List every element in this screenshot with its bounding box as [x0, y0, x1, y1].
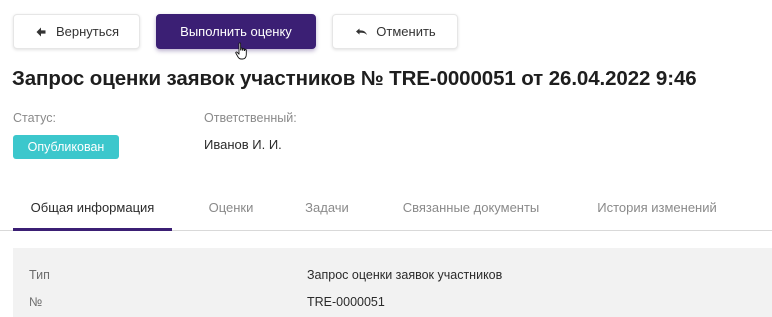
general-info-panel: Тип Запрос оценки заявок участников № TR…	[13, 248, 772, 317]
tab-evaluations[interactable]: Оценки	[193, 184, 269, 230]
responsible-value: Иванов И. И.	[204, 137, 282, 152]
page-title: Запрос оценки заявок участников № TRE-00…	[12, 67, 697, 90]
tab-change-history[interactable]: История изменений	[578, 184, 736, 230]
evaluate-button-label: Выполнить оценку	[180, 24, 292, 39]
undo-icon	[354, 25, 368, 39]
info-value-type: Запрос оценки заявок участников	[307, 268, 503, 282]
tab-tasks[interactable]: Задачи	[292, 184, 362, 230]
cancel-button-label: Отменить	[376, 24, 436, 39]
tab-general-info[interactable]: Общая информация	[13, 184, 172, 231]
info-value-number: TRE-0000051	[307, 295, 385, 309]
hand-pointer-icon	[235, 42, 247, 60]
arrow-left-icon	[34, 25, 48, 39]
back-button-label: Вернуться	[55, 24, 120, 39]
cancel-button[interactable]: Отменить	[332, 14, 458, 49]
info-key-number: №	[29, 295, 43, 309]
back-button[interactable]: Вернуться	[13, 14, 140, 49]
status-badge: Опубликован	[13, 135, 119, 159]
info-key-type: Тип	[29, 268, 50, 282]
responsible-label: Ответственный:	[204, 111, 297, 125]
tab-related-documents[interactable]: Связанные документы	[385, 184, 557, 230]
status-label: Статус:	[13, 111, 56, 125]
tab-bar: Общая информация Оценки Задачи Связанные…	[0, 184, 772, 231]
